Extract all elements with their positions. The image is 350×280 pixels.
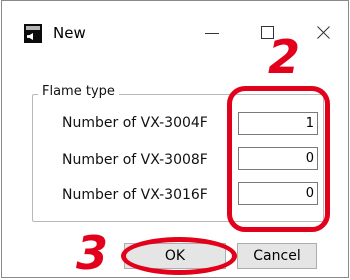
step-2-marker: 2 <box>268 30 301 84</box>
window-title: New <box>53 24 86 42</box>
vx3016f-label: Number of VX-3016F <box>62 187 208 203</box>
vx3008f-label: Number of VX-3008F <box>62 152 208 168</box>
step-3-marker: 3 <box>76 226 109 280</box>
vx3004f-label: Number of VX-3004F <box>62 115 208 131</box>
speaker-app-icon <box>24 24 42 43</box>
group-legend: Flame type <box>38 84 119 99</box>
fields-highlight-ring <box>227 86 330 232</box>
ok-highlight-ring <box>121 237 237 275</box>
minimize-icon[interactable] <box>200 21 224 45</box>
close-icon[interactable] <box>312 21 336 45</box>
cancel-button[interactable]: Cancel <box>237 243 317 269</box>
